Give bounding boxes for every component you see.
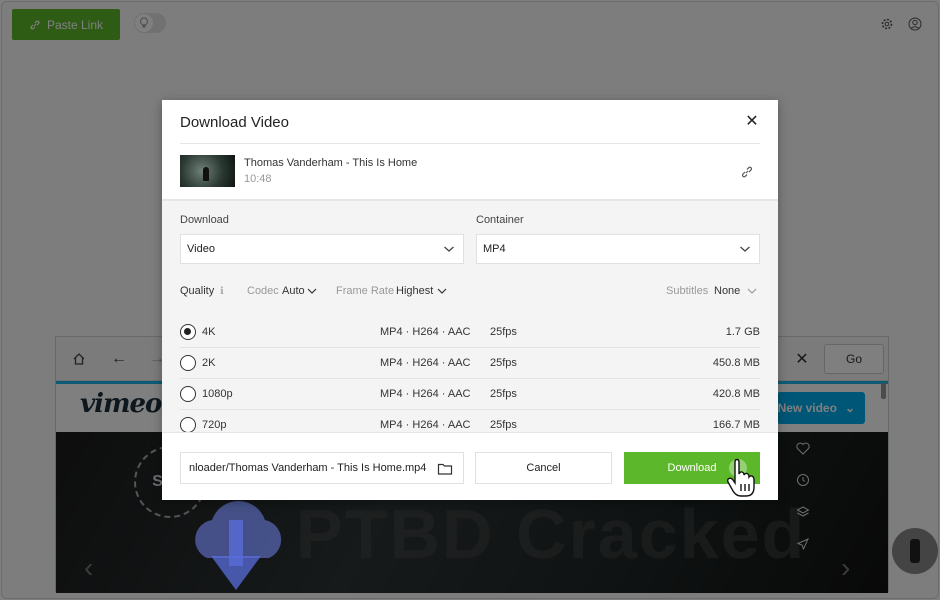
- codec-label: Codec: [247, 285, 279, 297]
- save-path-field[interactable]: nloader/Thomas Vanderham - This Is Home.…: [180, 452, 464, 484]
- subtitles-value[interactable]: None: [714, 285, 740, 297]
- quality-format: MP4 · H264 · AAC: [380, 326, 471, 338]
- chevron-down-icon[interactable]: [747, 287, 757, 295]
- dialog-title: Download Video: [180, 114, 289, 131]
- chevron-down-icon[interactable]: [307, 287, 317, 295]
- quality-fps: 25fps: [490, 357, 517, 369]
- codec-value[interactable]: Auto: [282, 285, 305, 297]
- quality-size: 166.7 MB: [712, 419, 760, 431]
- floating-side-badge[interactable]: [892, 528, 938, 574]
- subtitles-label: Subtitles: [666, 285, 709, 297]
- download-settings: Download Video Container MP4 Quality ℹ C…: [162, 199, 778, 434]
- radio-button[interactable]: [180, 355, 196, 371]
- options-row: Quality ℹ Codec Auto Frame Rate Highest …: [180, 279, 760, 303]
- download-cloud-watermark-icon: [195, 501, 282, 590]
- quality-fps: 25fps: [490, 419, 517, 431]
- container-label: Container: [476, 214, 524, 226]
- quality-format: MP4 · H264 · AAC: [380, 388, 471, 400]
- radio-button[interactable]: [180, 324, 196, 340]
- quality-name: 1080p: [202, 388, 233, 400]
- dialog-header: Download Video ✕: [162, 100, 778, 144]
- video-duration: 10:48: [244, 173, 272, 185]
- download-type-value: Video: [187, 243, 215, 255]
- quality-name: 2K: [202, 357, 216, 369]
- quality-format: MP4 · H264 · AAC: [380, 357, 471, 369]
- frame-rate-label: Frame Rate: [336, 285, 395, 297]
- quality-option-720p[interactable]: 720p MP4 · H264 · AAC 25fps 166.7 MB: [180, 410, 760, 434]
- quality-name: 720p: [202, 419, 227, 431]
- quality-format: MP4 · H264 · AAC: [380, 419, 471, 431]
- frame-rate-value[interactable]: Highest: [396, 285, 433, 297]
- cancel-button[interactable]: Cancel: [475, 452, 612, 484]
- download-button-label: Download: [667, 462, 717, 474]
- quality-fps: 25fps: [490, 388, 517, 400]
- quality-size: 420.8 MB: [712, 388, 760, 400]
- container-value: MP4: [483, 243, 506, 255]
- dialog-footer: nloader/Thomas Vanderham - This Is Home.…: [162, 432, 778, 500]
- download-type-label: Download: [180, 214, 229, 226]
- link-icon[interactable]: [740, 165, 756, 181]
- download-video-dialog: Download Video ✕ Thomas Vanderham - This…: [162, 100, 778, 500]
- video-title: Thomas Vanderham - This Is Home: [244, 157, 418, 169]
- video-thumbnail: [180, 155, 235, 187]
- info-icon[interactable]: ℹ: [220, 286, 224, 297]
- quality-fps: 25fps: [490, 326, 517, 338]
- quality-name: 4K: [202, 326, 216, 338]
- quality-option-1080p[interactable]: 1080p MP4 · H264 · AAC 25fps 420.8 MB: [180, 379, 760, 410]
- download-type-select[interactable]: Video: [180, 234, 464, 264]
- radio-button[interactable]: [180, 417, 196, 433]
- container-select[interactable]: MP4: [476, 234, 760, 264]
- close-icon[interactable]: ✕: [744, 114, 760, 130]
- chevron-down-icon[interactable]: [437, 287, 447, 295]
- quality-option-2k[interactable]: 2K MP4 · H264 · AAC 25fps 450.8 MB: [180, 348, 760, 379]
- video-info: Thomas Vanderham - This Is Home 10:48: [162, 144, 778, 199]
- chevron-down-icon: [444, 246, 454, 252]
- chevron-down-icon: [740, 246, 750, 252]
- hand-cursor-icon: [726, 458, 755, 497]
- quality-label: Quality: [180, 285, 215, 297]
- folder-icon[interactable]: [437, 462, 453, 476]
- radio-button[interactable]: [180, 386, 196, 402]
- quality-option-4k[interactable]: 4K MP4 · H264 · AAC 25fps 1.7 GB: [180, 317, 760, 348]
- save-path-value: nloader/Thomas Vanderham - This Is Home.…: [189, 462, 427, 474]
- quality-size: 450.8 MB: [712, 357, 760, 369]
- quality-size: 1.7 GB: [725, 326, 760, 338]
